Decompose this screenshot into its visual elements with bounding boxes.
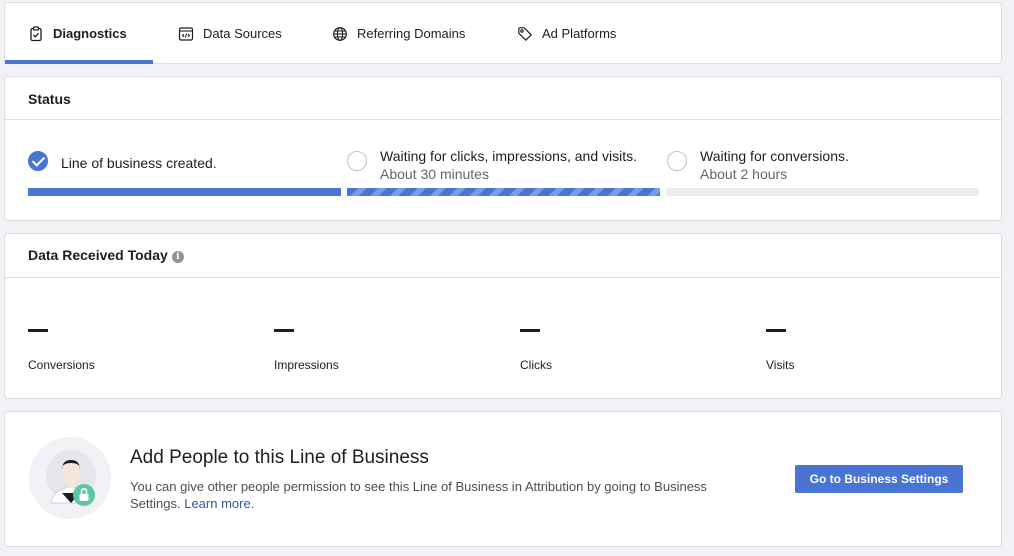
empty-circle-icon: [667, 151, 687, 171]
add-people-card: Add People to this Line of Business You …: [4, 411, 1002, 547]
status-card: Status Line of business created. Waiting…: [4, 76, 1002, 221]
learn-more-link[interactable]: Learn more.: [184, 496, 254, 511]
step-label: Waiting for conversions. About 2 hours: [700, 147, 849, 183]
progress-bar-created: [28, 188, 341, 196]
code-window-icon: [177, 25, 195, 43]
tag-icon: [516, 25, 534, 43]
metric-value: [520, 329, 540, 332]
step-eta: About 30 minutes: [380, 166, 489, 182]
step-label-text: Waiting for conversions.: [700, 148, 849, 164]
go-to-business-settings-button[interactable]: Go to Business Settings: [795, 465, 963, 493]
add-people-title: Add People to this Line of Business: [130, 447, 429, 468]
empty-circle-icon: [347, 151, 367, 171]
metric-label: Clicks: [520, 358, 552, 372]
progress-bar-conversions: [666, 188, 979, 196]
metric-label: Impressions: [274, 358, 339, 372]
metric-conversions: Conversions: [28, 317, 95, 372]
progress-fill: [347, 188, 660, 196]
tab-label: Data Sources: [203, 26, 282, 41]
tab-label: Diagnostics: [53, 26, 127, 41]
tab-label: Referring Domains: [357, 26, 466, 41]
tab-label: Ad Platforms: [542, 26, 617, 41]
tab-bar: Diagnostics Data Sources Referring Domai…: [4, 2, 1002, 64]
active-tab-indicator: [5, 60, 153, 64]
data-received-card: Data Received Today i Conversions Impress…: [4, 233, 1002, 399]
locked-person-avatar-icon: [29, 437, 111, 519]
data-received-title-text: Data Received Today: [28, 247, 168, 263]
tab-ad-platforms[interactable]: Ad Platforms: [516, 3, 616, 64]
metric-label: Visits: [766, 358, 795, 372]
step-label-text: Waiting for clicks, impressions, and vis…: [380, 148, 637, 164]
progress-fill: [28, 188, 341, 196]
step-eta: About 2 hours: [700, 166, 788, 182]
divider: [5, 119, 1001, 120]
check-circle-icon: [28, 151, 48, 171]
metric-value: [28, 329, 48, 332]
tab-diagnostics[interactable]: Diagnostics: [27, 3, 127, 64]
tab-data-sources[interactable]: Data Sources: [177, 3, 282, 64]
info-icon[interactable]: i: [171, 251, 184, 263]
globe-icon: [331, 25, 349, 43]
metric-visits: Visits: [766, 317, 794, 372]
metric-value: [766, 329, 786, 332]
metric-label: Conversions: [28, 358, 95, 372]
metric-clicks: Clicks: [520, 317, 552, 372]
add-people-description: You can give other people permission to …: [130, 478, 760, 512]
status-title: Status: [28, 91, 71, 107]
data-received-title: Data Received Today i: [28, 247, 184, 263]
tab-referring-domains[interactable]: Referring Domains: [331, 3, 465, 64]
metric-value: [274, 329, 294, 332]
clipboard-check-icon: [27, 25, 45, 43]
metric-impressions: Impressions: [274, 317, 339, 372]
progress-bar-clicks: [347, 188, 660, 196]
step-label: Waiting for clicks, impressions, and vis…: [380, 147, 637, 183]
step-label: Line of business created.: [61, 155, 217, 171]
divider: [5, 277, 1001, 278]
